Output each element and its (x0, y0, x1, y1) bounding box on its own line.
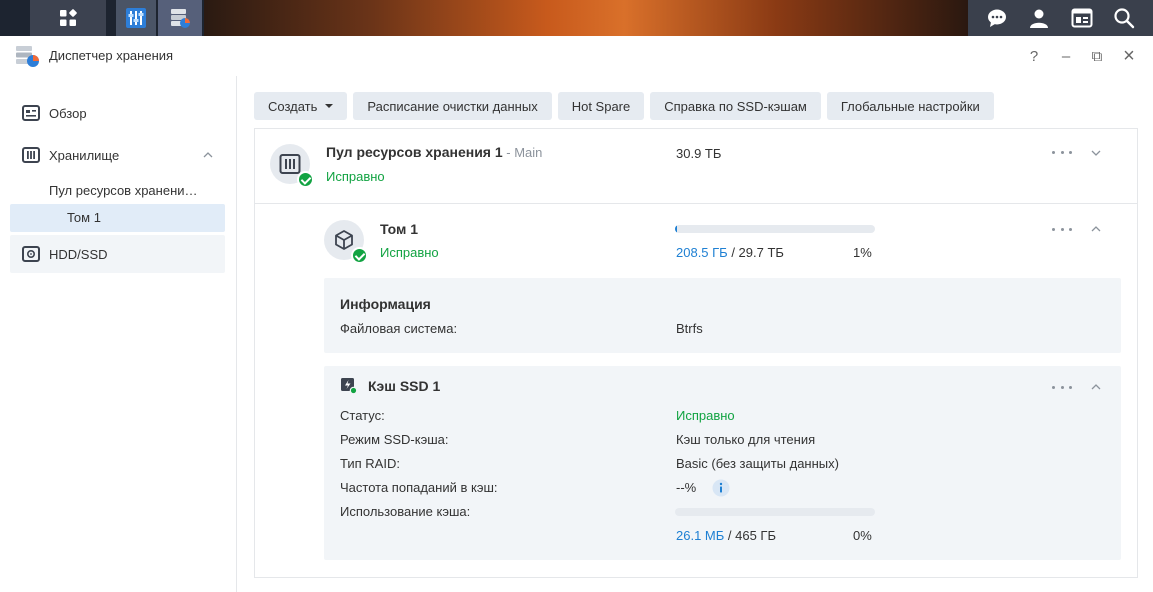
pool-drives-icon (279, 154, 301, 174)
user-icon[interactable] (1026, 5, 1052, 31)
cache-percent: 0% (853, 528, 872, 543)
chat-icon[interactable] (984, 5, 1010, 31)
sidebar-item-volume[interactable]: Том 1 (10, 204, 225, 232)
pool-separator: - (502, 145, 515, 160)
storage-panel: Пул ресурсов хранения 1 - Main Исправно … (254, 128, 1138, 578)
volume-total: / 29.7 ТБ (727, 245, 784, 260)
cache-used: 26.1 МБ (676, 528, 725, 543)
desktop-wallpaper (204, 0, 968, 36)
cache-usage-label: Использование кэша: (340, 504, 471, 519)
cache-usage-text: 26.1 МБ / 465 ГБ (676, 528, 776, 543)
cache-raid-value: Basic (без защиты данных) (676, 456, 839, 471)
global-settings-button[interactable]: Глобальные настройки (826, 92, 994, 120)
storage-pool-row[interactable]: Пул ресурсов хранения 1 - Main Исправно … (255, 129, 1137, 204)
sidebar-item-label: HDD/SSD (49, 246, 108, 262)
storage-icon (22, 147, 40, 163)
search-icon[interactable] (1111, 5, 1137, 31)
grid-icon (60, 9, 77, 26)
ssd-cache-section: Кэш SSD 1 Статус: Исправно Режим SSD-кэш… (324, 366, 1121, 560)
volume-status: Исправно (380, 245, 439, 260)
pool-size: 30.9 ТБ (676, 146, 722, 161)
volume-used: 208.5 ГБ (676, 245, 728, 260)
volume-icon (324, 220, 368, 264)
restore-button[interactable]: ⧉ (1087, 46, 1107, 66)
pool-more-icon[interactable] (1052, 149, 1072, 155)
info-heading: Информация (340, 296, 431, 312)
cache-usage-bar (675, 508, 875, 516)
storage-pool-icon (270, 144, 314, 188)
volume-more-icon[interactable] (1052, 226, 1072, 232)
pool-status: Исправно (326, 169, 385, 184)
volume-percent: 1% (853, 245, 872, 260)
chevron-up-icon[interactable] (1091, 224, 1101, 234)
cache-raid-label: Тип RAID: (340, 456, 400, 471)
help-button[interactable]: ? (1024, 46, 1044, 66)
pool-description: Main (514, 145, 543, 160)
cube-icon (335, 230, 353, 250)
sidebar-item-overview[interactable]: Обзор (10, 99, 225, 127)
cache-total: / 465 ГБ (724, 528, 776, 543)
sidebar-item-hdd[interactable]: HDD/SSD (10, 235, 225, 273)
overview-icon (22, 105, 40, 121)
create-button-label: Создать (268, 98, 318, 114)
cache-hit-value: --% (676, 480, 697, 495)
window-title: Диспетчер хранения (49, 48, 174, 63)
healthy-check-icon (297, 171, 314, 188)
toolbar: Создать Расписание очистки данных Hot Sp… (254, 92, 994, 120)
storage-manager-icon (171, 9, 190, 28)
sidebar: Обзор Хранилище Пул ресурсов хранени… То… (0, 76, 237, 592)
main-menu-button[interactable] (30, 0, 106, 36)
sidebar-item-label: Обзор (49, 105, 87, 121)
chevron-up-icon[interactable] (1091, 382, 1101, 392)
hdd-icon (22, 246, 40, 262)
info-icon[interactable] (712, 479, 730, 497)
taskbar (0, 0, 1153, 36)
close-button[interactable]: × (1119, 45, 1139, 67)
pool-name: Пул ресурсов хранения 1 (326, 144, 503, 160)
filesystem-value: Btrfs (676, 321, 703, 336)
caret-down-icon (325, 104, 334, 108)
sidebar-item-label: Том 1 (67, 210, 101, 225)
ssd-cache-name: Кэш SSD 1 (368, 378, 441, 394)
cache-hit-label: Частота попаданий в кэш: (340, 480, 498, 495)
pool-title: Пул ресурсов хранения 1 - Main (326, 144, 542, 160)
cache-more-icon[interactable] (1052, 384, 1072, 390)
chevron-down-icon[interactable] (1091, 148, 1101, 158)
volume-usage-fill (675, 225, 677, 233)
widgets-icon[interactable] (1069, 5, 1095, 31)
filesystem-label: Файловая система: (340, 321, 458, 336)
control-panel-icon (126, 8, 146, 28)
cache-status-value: Исправно (676, 408, 735, 423)
scrub-schedule-button[interactable]: Расписание очистки данных (353, 92, 552, 120)
volume-row[interactable]: Том 1 Исправно 208.5 ГБ / 29.7 ТБ 1% (255, 205, 1137, 277)
volume-name: Том 1 (380, 221, 419, 237)
volume-usage-bar (675, 225, 875, 233)
ssd-cache-icon (341, 378, 357, 394)
main-content: Создать Расписание очистки данных Hot Sp… (238, 76, 1153, 592)
healthy-check-icon (351, 247, 368, 264)
volume-usage-text: 208.5 ГБ / 29.7 ТБ (676, 245, 784, 260)
cache-mode-label: Режим SSD-кэша: (340, 432, 449, 447)
storage-manager-icon (16, 46, 39, 67)
info-section: Информация Файловая система: Btrfs (324, 278, 1121, 353)
chevron-up-icon[interactable] (203, 150, 213, 160)
cache-status-label: Статус: (340, 408, 385, 423)
window-titlebar: Диспетчер хранения ? – ⧉ × (0, 36, 1153, 76)
taskbar-app-storage-manager[interactable] (158, 0, 202, 36)
taskbar-tray (968, 0, 1153, 36)
sidebar-item-label: Хранилище (49, 147, 120, 163)
hot-spare-button[interactable]: Hot Spare (557, 92, 645, 120)
sidebar-item-storage[interactable]: Хранилище (10, 141, 225, 169)
taskbar-app-control-panel[interactable] (116, 0, 156, 36)
sidebar-item-pool[interactable]: Пул ресурсов хранени… (10, 177, 225, 205)
cache-mode-value: Кэш только для чтения (676, 432, 816, 447)
minimize-button[interactable]: – (1056, 46, 1076, 66)
create-button[interactable]: Создать (254, 92, 348, 120)
ssd-cache-help-button[interactable]: Справка по SSD-кэшам (650, 92, 821, 120)
sidebar-item-label: Пул ресурсов хранени… (49, 183, 198, 198)
